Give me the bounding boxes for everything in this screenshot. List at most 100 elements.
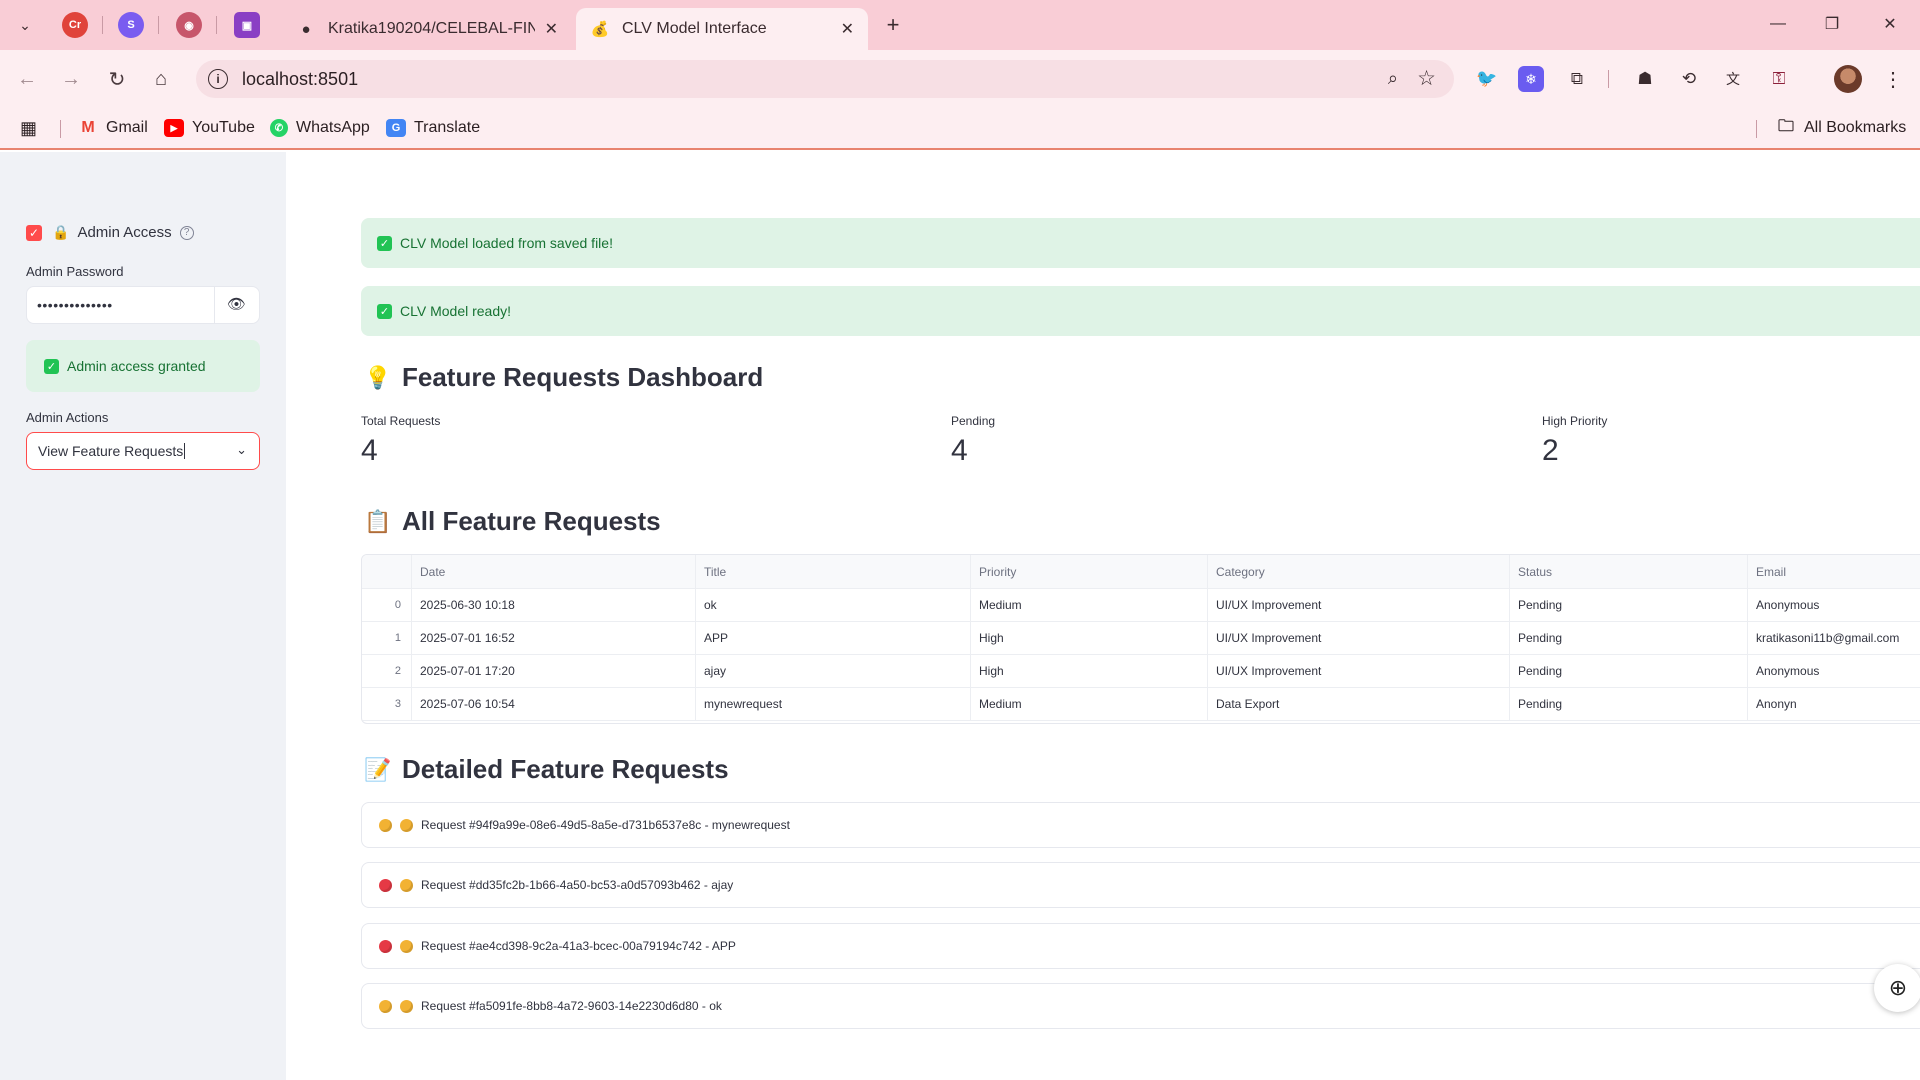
status-dot-icon [400, 999, 413, 1013]
tab-separator [216, 16, 217, 34]
request-expander[interactable]: Request #dd35fc2b-1b66-4a50-bc53-a0d5709… [361, 862, 1920, 908]
status-dot-icon [400, 878, 413, 892]
translate-page-icon[interactable]: 文 [1720, 66, 1746, 92]
minimize-icon[interactable]: — [1758, 10, 1798, 38]
restore-icon[interactable]: ❐ [1812, 10, 1852, 38]
bookmarks-separator [1756, 120, 1757, 138]
model-ready-alert: ✓ CLV Model ready! [361, 286, 1920, 336]
tab-separator [158, 16, 159, 34]
table-row[interactable]: 3 2025-07-06 10:54 mynewrequest Medium D… [362, 688, 1920, 721]
admin-actions-select[interactable]: View Feature Requests ⌄ [26, 432, 260, 470]
bookmark-translate[interactable]: G Translate [386, 114, 480, 142]
admin-granted-alert: ✓ Admin access granted [26, 340, 260, 392]
bookmark-youtube[interactable]: ▶ YouTube [164, 114, 255, 142]
column-header[interactable]: Title [696, 555, 971, 588]
column-header[interactable]: Category [1208, 555, 1510, 588]
address-bar[interactable]: i localhost:8501 ⌕ ☆ [196, 60, 1454, 98]
extensions-puzzle-icon[interactable]: ⧉ [1564, 66, 1590, 92]
priority-dot-icon [379, 818, 392, 832]
success-check-icon: ✓ [377, 235, 392, 251]
admin-actions-selected[interactable]: View Feature Requests [38, 443, 183, 459]
tab-github[interactable]: ● Kratika190204/CELEBAL-FINAL- ✕ [282, 8, 572, 50]
table-row[interactable]: 0 2025-06-30 10:18 ok Medium UI/UX Impro… [362, 589, 1920, 622]
close-tab-icon[interactable]: ✕ [545, 19, 558, 39]
close-tab-icon[interactable]: ✕ [841, 19, 854, 39]
bookmarks-bar: ▦ M Gmail ▶ YouTube ✆ WhatsApp G Transla… [0, 108, 1920, 150]
money-bag-icon: 💰 [590, 21, 610, 38]
detailed-requests-heading: 📝 Detailed Feature Requests [364, 754, 729, 784]
youtube-icon: ▶ [164, 119, 184, 137]
apps-grid-icon[interactable]: ▦ [20, 114, 37, 142]
clipboard-icon: 📋 [364, 508, 392, 534]
home-icon[interactable]: ⌂ [146, 64, 176, 94]
admin-password-input[interactable]: •••••••••••••• 👁 [26, 286, 260, 324]
zoom-icon[interactable]: ⌕ [1388, 68, 1398, 89]
site-info-icon[interactable]: i [208, 69, 228, 89]
translate-icon: G [386, 119, 406, 137]
column-header[interactable]: Date [412, 555, 696, 588]
request-expander[interactable]: Request #94f9a99e-08e6-49d5-8a5e-d731b65… [361, 802, 1920, 848]
priority-dot-icon [379, 999, 392, 1013]
help-icon[interactable]: ? [179, 225, 194, 240]
success-check-icon: ✓ [44, 358, 59, 374]
tab-search-chevron-icon[interactable]: ⌄ [10, 11, 40, 39]
metric-total-requests: Total Requests 4 [361, 414, 441, 467]
screen-reader-zoom-icon[interactable]: ⊕ [1874, 964, 1920, 1012]
tab-separator [102, 16, 103, 34]
all-requests-heading: 📋 All Feature Requests [364, 506, 661, 536]
toolbar-separator [1608, 70, 1609, 88]
reload-icon[interactable]: ↻ [102, 64, 132, 94]
admin-access-label: Admin Access [77, 224, 172, 241]
browser-tabstrip: ⌄ Cr S ◉ ▣ ● Kratika190204/CELEBAL-FINAL… [0, 0, 1920, 50]
history-icon[interactable]: ⟲ [1676, 66, 1702, 92]
pinned-tab-circle-icon[interactable]: ◉ [176, 12, 202, 38]
gmail-icon: M [81, 119, 95, 136]
priority-dot-icon [379, 939, 392, 953]
bookmark-whatsapp[interactable]: ✆ WhatsApp [270, 114, 370, 142]
back-arrow-icon[interactable]: ← [12, 64, 42, 94]
forward-arrow-icon[interactable]: → [56, 64, 86, 94]
close-window-icon[interactable]: ✕ [1870, 10, 1910, 38]
input-divider [214, 287, 215, 323]
extension-snowflake-icon[interactable]: ❄ [1518, 66, 1544, 92]
lock-icon: 🔒 [52, 224, 70, 240]
feature-requests-table[interactable]: Date Title Priority Category Status Emai… [361, 554, 1920, 724]
show-password-eye-icon[interactable]: 👁 [227, 295, 246, 313]
profile-avatar[interactable] [1834, 65, 1862, 93]
request-expander[interactable]: Request #fa5091fe-8bb8-4a72-9603-14e2230… [361, 983, 1920, 1029]
column-header[interactable]: Email [1748, 555, 1920, 588]
table-header-row: Date Title Priority Category Status Emai… [362, 555, 1920, 589]
new-tab-plus-icon[interactable]: + [880, 12, 906, 38]
extension-bird-icon[interactable]: 🐦 [1474, 66, 1500, 92]
url-text[interactable]: localhost:8501 [242, 69, 358, 90]
memo-icon: 📝 [364, 756, 392, 782]
bookmark-star-icon[interactable]: ☆ [1417, 66, 1436, 91]
column-header[interactable]: Priority [971, 555, 1208, 588]
tab-clv-model[interactable]: 💰 CLV Model Interface ✕ [576, 8, 868, 50]
browser-menu-icon[interactable]: ⋮ [1880, 66, 1906, 92]
password-key-icon[interactable]: ⚿ [1766, 66, 1792, 92]
checkbox-checked-icon[interactable]: ✓ [26, 224, 42, 241]
chevron-down-icon[interactable]: ⌄ [236, 442, 247, 458]
column-header[interactable]: Status [1510, 555, 1748, 588]
password-value[interactable]: •••••••••••••• [37, 297, 113, 313]
request-expander[interactable]: Request #ae4cd398-9c2a-41a3-bcec-00a7919… [361, 923, 1920, 969]
pinned-tab-cr-icon[interactable]: Cr [62, 12, 88, 38]
table-index-header [362, 555, 412, 588]
priority-dot-icon [379, 878, 392, 892]
status-dot-icon [400, 939, 413, 953]
metric-pending: Pending 4 [951, 414, 996, 467]
pinned-tab-s-icon[interactable]: S [118, 12, 144, 38]
app-main: ✓ CLV Model loaded from saved file! ✓ CL… [286, 152, 1920, 1080]
pinned-tab-presentation-icon[interactable]: ▣ [234, 12, 260, 38]
bookmarks-separator [60, 120, 61, 138]
table-row[interactable]: 1 2025-07-01 16:52 APP High UI/UX Improv… [362, 622, 1920, 655]
admin-access-checkbox-row[interactable]: ✓ 🔒 Admin Access ? [26, 224, 194, 241]
table-row[interactable]: 2 2025-07-01 17:20 ajay High UI/UX Impro… [362, 655, 1920, 688]
dashboard-heading: 💡 Feature Requests Dashboard [364, 362, 764, 392]
status-dot-icon [400, 818, 413, 832]
incognito-icon[interactable]: ☗ [1632, 66, 1658, 92]
admin-password-label: Admin Password [26, 264, 124, 279]
all-bookmarks[interactable]: 🗀 All Bookmarks [1776, 114, 1906, 142]
bookmark-gmail[interactable]: M Gmail [78, 114, 147, 142]
